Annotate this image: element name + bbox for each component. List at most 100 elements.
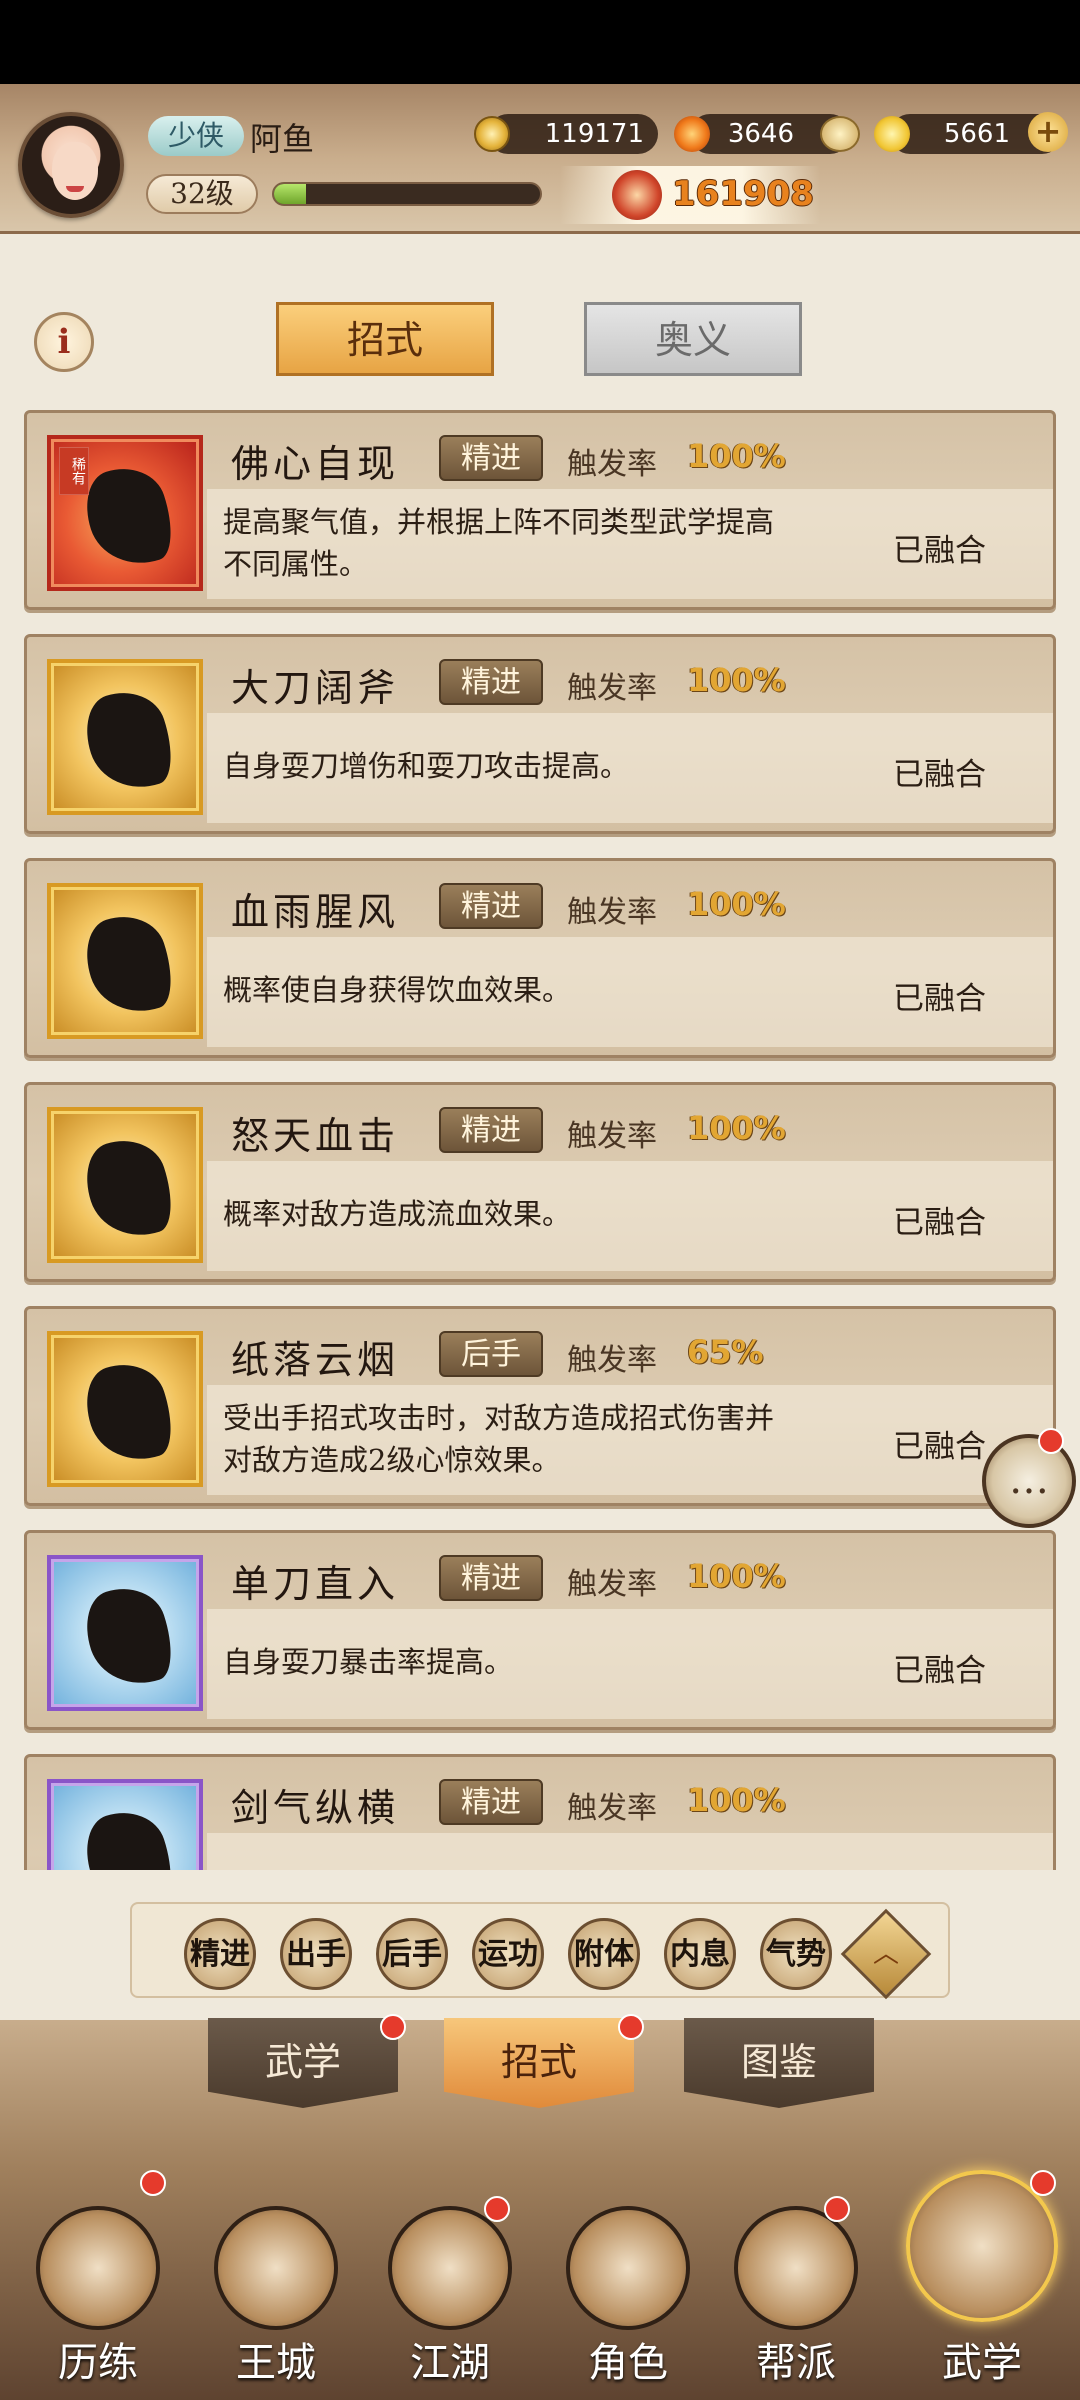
player-header: 少侠 阿鱼 32级 119171 3646 5661 + 161908	[0, 84, 1080, 234]
skill-card[interactable]: 大刀阔斧 精进 触发率 100% 自身耍刀增伤和耍刀攻击提高。 已融合	[24, 634, 1056, 834]
fusion-status: 已融合	[893, 1205, 986, 1241]
fire-value: 3646	[727, 119, 794, 149]
chat-bubble-icon: …	[1009, 1457, 1049, 1503]
coin-value: 119171	[544, 119, 644, 149]
add-ingot-button[interactable]: +	[1028, 112, 1068, 152]
player-avatar[interactable]	[18, 112, 124, 218]
skill-card[interactable]: 单刀直入 精进 触发率 100% 自身耍刀暴击率提高。 已融合	[24, 1530, 1056, 1730]
skill-card[interactable]: 稀有 佛心自现 精进 触发率 100% 提高聚气值，并根据上阵不同类型武学提高不…	[24, 410, 1056, 610]
skill-description: 提高聚气值，并根据上阵不同类型武学提高不同属性。	[223, 505, 775, 581]
fusion-status: 已融合	[893, 1653, 986, 1689]
nav-notification-dot	[1030, 2170, 1056, 2196]
axe-warrior-icon	[75, 681, 183, 801]
nav-character[interactable]: 角色	[548, 2170, 708, 2400]
subtab-notification-dot	[380, 2014, 406, 2040]
trigger-rate-label: 触发率	[567, 1119, 657, 1154]
skill-description: 概率对敌方造成流血效果。	[223, 1197, 572, 1231]
filter-inner-breath[interactable]: 内息	[664, 1918, 736, 1990]
skill-description: 自身耍刀暴击率提高。	[223, 1645, 514, 1679]
ingot-counter[interactable]: 5661 +	[874, 112, 1068, 154]
subtab-codex[interactable]: 图鉴	[684, 2018, 874, 2108]
trigger-rate-label: 触发率	[567, 447, 657, 482]
skill-type-badge: 精进	[439, 883, 543, 929]
fusion-status: 已融合	[893, 981, 986, 1017]
trigger-rate-value: 100%	[687, 1557, 786, 1595]
player-name: 阿鱼	[250, 120, 315, 158]
nav-label: 角色	[588, 2340, 668, 2386]
rare-tag: 稀有	[59, 447, 89, 495]
blood-spear-icon	[75, 905, 183, 1025]
nav-label: 帮派	[756, 2340, 836, 2386]
nav-label: 江湖	[410, 2340, 490, 2386]
fire-counter[interactable]: 3646	[674, 114, 860, 154]
trigger-rate-value: 100%	[687, 437, 786, 475]
skill-description: 受出手招式攻击时，对敌方造成招式伤害并对敌方造成2级心惊效果。	[223, 1401, 775, 1477]
filter-channel[interactable]: 运功	[472, 1918, 544, 1990]
nav-capital[interactable]: 王城	[196, 2170, 356, 2400]
ingot-value: 5661	[943, 119, 1010, 149]
nav-label: 王城	[236, 2340, 316, 2386]
card-desc-band	[207, 1833, 1053, 1870]
skill-name: 佛心自现	[231, 442, 400, 486]
training-icon	[36, 2206, 160, 2330]
fire-icon	[674, 116, 710, 152]
skill-name: 大刀阔斧	[231, 666, 400, 710]
skill-name: 血雨腥风	[231, 890, 400, 934]
skill-filter-bar: 精进 出手 后手 运功 附体 内息 气势 ︿	[130, 1902, 950, 2000]
trigger-rate-label: 触发率	[567, 895, 657, 930]
trigger-rate-label: 触发率	[567, 1343, 657, 1378]
sword-aura-icon	[75, 1801, 183, 1870]
subtab-martial-arts[interactable]: 武学	[208, 2018, 398, 2108]
skill-name: 剑气纵横	[231, 1786, 400, 1830]
info-button[interactable]: i	[34, 312, 94, 372]
nav-martial-arts[interactable]: 武学	[902, 2170, 1062, 2400]
flying-figure-icon	[75, 1353, 183, 1473]
exp-bar-fill	[274, 184, 306, 204]
skill-card[interactable]: 血雨腥风 精进 触发率 100% 概率使自身获得饮血效果。 已融合	[24, 858, 1056, 1058]
trigger-rate-label: 触发率	[567, 1791, 657, 1826]
skill-type-badge: 后手	[439, 1331, 543, 1377]
coin-counter[interactable]: 119171	[474, 114, 658, 154]
trigger-rate-value: 100%	[687, 1109, 786, 1147]
fusion-status: 已融合	[893, 533, 986, 569]
subtab-moves[interactable]: 招式	[444, 2018, 634, 2108]
subtab-notification-dot	[618, 2014, 644, 2040]
trigger-rate-value: 100%	[687, 1781, 786, 1819]
rank-badge: 少侠	[148, 116, 244, 156]
skill-card[interactable]: 怒天血击 精进 触发率 100% 概率对敌方造成流血效果。 已融合	[24, 1082, 1056, 1282]
tab-moves[interactable]: 招式	[276, 302, 494, 376]
filter-counter[interactable]: 后手	[376, 1918, 448, 1990]
tab-ultimate[interactable]: 奥义	[584, 302, 802, 376]
skill-type-badge: 精进	[439, 1779, 543, 1825]
fusion-status: 已融合	[893, 1429, 986, 1465]
skill-icon	[47, 883, 203, 1039]
level-pill: 32级	[146, 174, 258, 214]
skill-list[interactable]: 稀有 佛心自现 精进 触发率 100% 提高聚气值，并根据上阵不同类型武学提高不…	[20, 410, 1060, 1870]
collapse-filter-button[interactable]: ︿	[840, 1908, 932, 2000]
filter-refine[interactable]: 精进	[184, 1918, 256, 1990]
filter-possess[interactable]: 附体	[568, 1918, 640, 1990]
nav-notification-dot	[140, 2170, 166, 2196]
trigger-rate-label: 触发率	[567, 671, 657, 706]
nav-jianghu[interactable]: 江湖	[370, 2170, 530, 2400]
chat-notification-dot	[1038, 1428, 1064, 1454]
filter-momentum[interactable]: 气势	[760, 1918, 832, 1990]
blade-fighter-icon	[75, 1129, 183, 1249]
skill-card[interactable]: 纸落云烟 后手 触发率 65% 受出手招式攻击时，对敌方造成招式伤害并对敌方造成…	[24, 1306, 1056, 1506]
gold-ingot-icon	[874, 116, 910, 152]
skill-icon	[47, 659, 203, 815]
skill-type-badge: 精进	[439, 1555, 543, 1601]
palace-icon	[214, 2206, 338, 2330]
skill-type-badge: 精进	[439, 659, 543, 705]
filter-strike[interactable]: 出手	[280, 1918, 352, 1990]
skill-icon: 稀有	[47, 435, 203, 591]
trigger-rate-label: 触发率	[567, 1567, 657, 1602]
trigger-rate-value: 100%	[687, 885, 786, 923]
nav-guild[interactable]: 帮派	[716, 2170, 876, 2400]
skill-type-badge: 精进	[439, 1107, 543, 1153]
nav-training[interactable]: 历练	[18, 2170, 178, 2400]
skill-card[interactable]: 剑气纵横 精进 触发率 100%	[24, 1754, 1056, 1870]
crossed-swords-icon	[388, 2206, 512, 2330]
sword-dancer-icon	[75, 1577, 183, 1697]
skill-name: 怒天血击	[231, 1114, 400, 1158]
